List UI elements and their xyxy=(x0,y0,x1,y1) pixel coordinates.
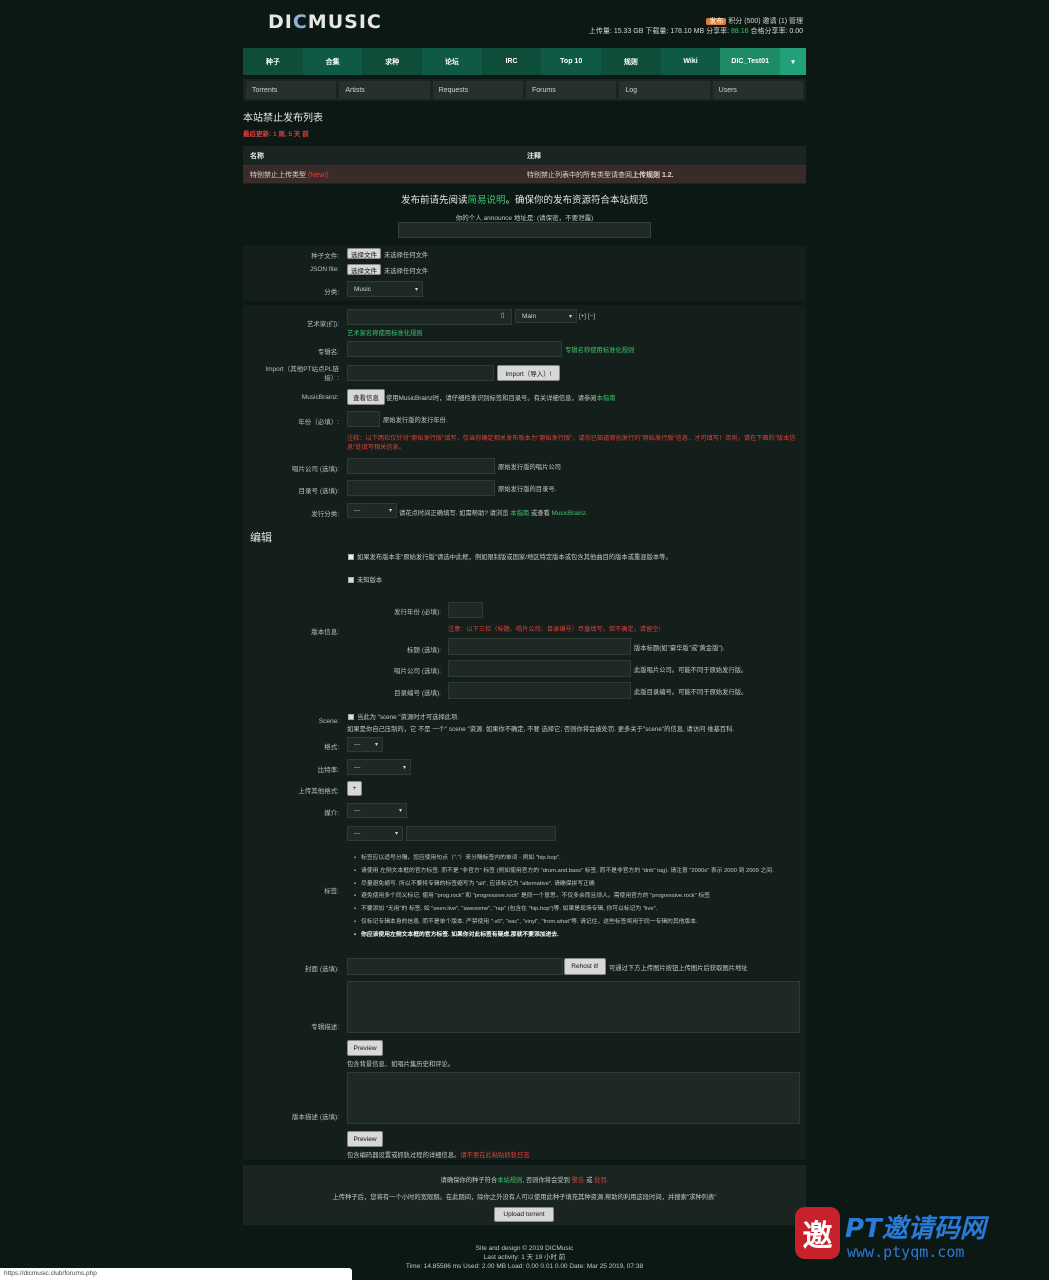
album-input[interactable] xyxy=(347,341,562,357)
list-item: 你应该使用左侧文本框的官方标签. 如果你对此标签有疑虑,那就不要添加进去. xyxy=(354,929,794,942)
upload-rules-link[interactable]: 上传规则 1.2. xyxy=(632,172,674,179)
tags-select[interactable]: --- xyxy=(347,826,403,841)
tags-input[interactable] xyxy=(406,826,556,841)
search-requests[interactable]: Requests xyxy=(432,81,523,99)
release-type-select[interactable]: --- xyxy=(347,503,397,518)
chevron-down-icon[interactable]: ▾ xyxy=(780,48,807,75)
nav-collages[interactable]: 合集 xyxy=(303,48,363,75)
watermark-logo-icon: 邀 xyxy=(795,1207,840,1259)
search-bar-row: Torrents Artists Requests Forums Log Use… xyxy=(243,79,806,101)
scene-checkbox[interactable] xyxy=(348,714,354,721)
album-description[interactable] xyxy=(347,981,800,1033)
import-button[interactable]: Import（导入）! xyxy=(497,365,560,381)
search-artists[interactable]: Artists xyxy=(339,81,430,99)
col-name: 名称 xyxy=(250,152,264,160)
upload-amount: 15.33 GB xyxy=(613,28,644,35)
user-stats: 发布 积分 (500) 邀请 (1) 管理 上传量: 15.33 GB 下载量: … xyxy=(588,18,803,35)
admin-link[interactable]: 管理 xyxy=(789,18,803,25)
nav-wiki[interactable]: Wiki xyxy=(661,48,721,75)
announce-label: 你的个人 announce 地址是: (请保密，不要泄露) xyxy=(455,215,594,222)
ratio-value: 88.16 xyxy=(730,28,749,35)
edition-title-input[interactable] xyxy=(448,638,631,655)
json-file-label: JSON file: xyxy=(309,266,339,273)
nav-forums[interactable]: 论坛 xyxy=(422,48,482,75)
main-nav: 种子 合集 求种 论坛 IRC Top 10 规则 Wiki DIC_Test0… xyxy=(243,48,807,75)
preview-button[interactable]: Preview xyxy=(347,1040,383,1056)
artist-input[interactable] xyxy=(347,309,512,325)
rehost-button[interactable]: Rehost it! xyxy=(564,958,606,975)
banned-table: 名称 注释 特别禁止上传类型 (New!) 特别禁止列表中的所有类型请查阅上传规则 … xyxy=(243,146,806,184)
status-bar-url: https://dicmusic.club/forums.php xyxy=(0,1268,352,1280)
nav-torrents[interactable]: 种子 xyxy=(243,48,303,75)
upload-notice: 发布前请先阅读简易说明。确保你的发布资源符合本站规范 xyxy=(400,195,649,206)
search-log[interactable]: Log xyxy=(619,81,710,99)
add-format-button[interactable]: + xyxy=(347,781,362,796)
cover-input[interactable] xyxy=(347,958,563,975)
download-amount: 178.10 MB xyxy=(670,28,705,35)
nav-top10[interactable]: Top 10 xyxy=(541,48,601,75)
edition-section-title: 编辑 xyxy=(250,532,272,544)
lookup-icon[interactable]: ▯ xyxy=(501,312,504,319)
list-item: 仅标记专辑本身的信息, 而不是单个版本. 严禁使用 ".v0", "eac", … xyxy=(354,916,794,929)
invites-link[interactable]: 邀请 (1) xyxy=(763,18,788,25)
edition-catno-input[interactable] xyxy=(448,682,631,699)
torrent-file-button[interactable]: 选择文件 xyxy=(347,248,381,259)
bitrate-select[interactable]: --- xyxy=(347,759,411,775)
artist-add-remove[interactable]: [+] [−] xyxy=(579,313,595,320)
year-warning: 注释：以下两栏仅针对"原始发行版"填写，仅当你确定相关发布版本为"原始发行版"，… xyxy=(347,435,796,451)
edition-year-input[interactable] xyxy=(448,602,483,618)
mb-guide-link[interactable]: 本指南 xyxy=(597,395,616,402)
nav-requests[interactable]: 求种 xyxy=(362,48,423,75)
list-item: 请使用 左侧文本框的官方标签. 而不是 "非官方" 标签 (例如使用官方的 "d… xyxy=(354,865,794,878)
musicbrainz-button[interactable]: 查看信息 xyxy=(347,389,385,405)
watermark: 邀 PT邀请码网 www.ptyqm.com xyxy=(795,1205,1040,1265)
upload-badge[interactable]: 发布 xyxy=(706,18,727,25)
format-select[interactable]: --- xyxy=(347,737,383,752)
guide-link[interactable]: 简易说明 xyxy=(467,195,505,206)
edition-label-input[interactable] xyxy=(448,660,631,677)
nav-irc[interactable]: IRC xyxy=(481,48,542,75)
media-select[interactable]: --- xyxy=(347,803,407,818)
nav-rules[interactable]: 规则 xyxy=(601,48,661,75)
category-label: 分类: xyxy=(324,289,339,296)
search-torrents[interactable]: Torrents xyxy=(246,81,337,99)
upload-torrent-button[interactable]: Upload torrent xyxy=(494,1207,554,1222)
tag-rules-list: 标签应以适号分隔，您应使用句点（"."）来分隔标签内的单词 - 例如 "hip.… xyxy=(354,852,794,942)
year-input[interactable] xyxy=(347,411,380,427)
edition-description[interactable] xyxy=(347,1072,800,1124)
search-forums[interactable]: Forums xyxy=(525,81,617,99)
list-item: 避免使用多个同义标记. 使用 "prog.rock" 和 "progressiv… xyxy=(354,890,794,903)
page-title: 本站禁止发布列表 xyxy=(243,113,323,124)
site-logo[interactable]: DICMUSIC xyxy=(268,11,382,33)
category-select[interactable]: Music xyxy=(347,281,423,297)
original-release-checkbox[interactable] xyxy=(348,554,354,561)
json-file-button[interactable]: 选择文件 xyxy=(347,264,381,275)
artist-role-select[interactable]: Main xyxy=(515,309,577,323)
torrent-file-label: 种子文件: xyxy=(311,253,339,260)
list-item: 不要添加 "无用"的 标签, 如 "seen.live", "awesome",… xyxy=(354,903,794,916)
catalog-input[interactable] xyxy=(347,480,495,496)
preview-button-2[interactable]: Preview xyxy=(347,1131,383,1147)
points-link[interactable]: 积分 (500) xyxy=(728,18,760,25)
required-ratio: 0.00 xyxy=(789,28,803,35)
list-item: 尽量避免缩写. 所以不要将专辑的标签缩写为 "alt", 应该标记为 "alte… xyxy=(354,878,794,891)
unknown-edition-checkbox[interactable] xyxy=(348,577,354,584)
import-input[interactable] xyxy=(347,365,494,381)
search-users[interactable]: Users xyxy=(712,81,803,99)
list-item: 标签应以适号分隔，您应使用句点（"."）来分隔标签内的单词 - 例如 "hip.… xyxy=(354,852,794,865)
last-updated: 最后更新: 1 周, 5 天 前 xyxy=(243,131,309,138)
col-comment: 注释 xyxy=(527,152,541,160)
table-row: 特别禁止上传类型 (New!) 特别禁止列表中的所有类型请查阅上传规则 1.2. xyxy=(243,166,806,183)
record-label-input[interactable] xyxy=(347,458,495,474)
nav-username[interactable]: DIC_Test01 xyxy=(720,48,781,75)
announce-url-field[interactable] xyxy=(398,222,651,238)
